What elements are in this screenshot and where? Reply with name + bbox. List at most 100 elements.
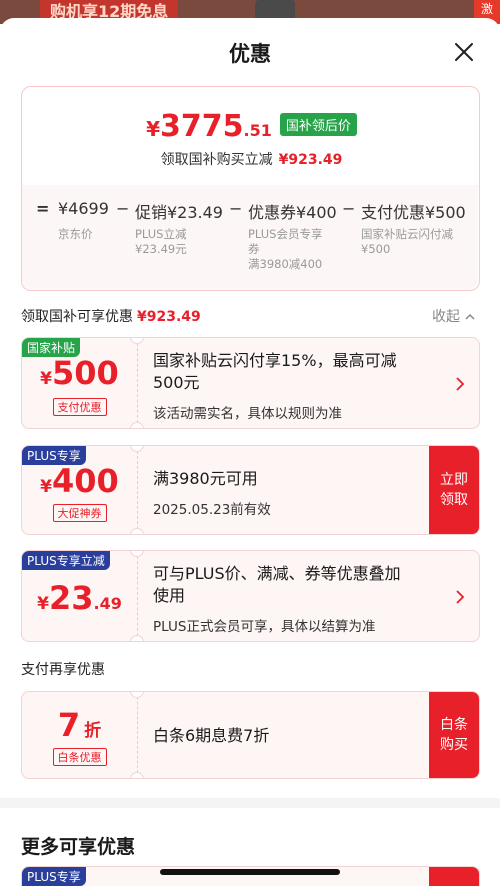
coupon-note-line: 满3980减400 [248,257,323,271]
coupon-divider [137,446,138,534]
promo-discount: 促销¥23.49 [135,203,223,222]
notch [130,635,144,641]
notch [130,422,144,428]
subtag-label: 白条优惠 [52,748,107,766]
coupon-title-line: 使用 [153,586,186,605]
coupon-tag: PLUS专享 [22,867,86,886]
payment-note-line: 国家补贴云闪付减 [361,227,453,241]
savings-line: 领取国补购买立减 ¥923.49 [22,149,481,169]
subtag-label: 支付优惠 [52,398,107,416]
final-price: ¥3775.51 国补领后价 [22,109,481,144]
coupon-baitiao: 7折 白条优惠 白条6期息费7折 白条购买 [21,691,480,779]
promo-note-line: ¥23.49元 [135,242,187,256]
currency-symbol: ¥ [40,369,53,389]
sheet-title: 优惠 [229,42,271,66]
price-breakdown: = ¥4699 − 促销¥23.49 − 优惠券¥400 − 支付优惠¥500 … [22,185,478,289]
subtag-label: 大促神券 [52,504,107,522]
payment-discount: 支付优惠¥500 [361,203,466,222]
claim-label: 立即 [440,472,468,488]
coupon-gov-subsidy[interactable]: 国家补贴 ¥500 支付优惠 国家补贴云闪付享15%，最高可减 500元 该活动… [21,337,480,429]
section-divider [0,798,500,808]
notch [130,446,144,452]
chevron-right-icon[interactable] [455,589,465,605]
collapse-label: 收起 [432,309,460,325]
notch [130,551,144,557]
coupon-note: PLUS会员专享 券 满3980减400 [248,227,323,272]
coupon-title: 满3980元可用 [153,469,258,488]
coupon-discount: 优惠券¥400 [248,203,337,222]
savings-amount: ¥923.49 [278,152,343,168]
coupon-note-line: PLUS会员专享 [248,227,323,241]
promo-note: PLUS立减 ¥23.49元 [135,227,187,257]
price-summary-card: ¥3775.51 国补领后价 领取国补购买立减 ¥923.49 = ¥4699 − … [21,86,480,291]
section-label: 领取国补可享优惠 [21,309,133,325]
price-equation: = ¥4699 − 促销¥23.49 − 优惠券¥400 − 支付优惠¥500 [22,199,478,223]
equals-sign: = [36,199,50,218]
coupon-amount: ¥400 [22,462,137,500]
amount-value: 7 [57,706,81,744]
coupon-description: 2025.05.23前有效 [153,502,271,518]
amount-value: 23 [48,579,94,617]
claim-coupon-button[interactable] [429,867,479,886]
coupon-title-line: 500元 [153,373,200,392]
amount-value: 400 [52,462,119,500]
baitiao-buy-button[interactable]: 白条 购买 [429,692,479,778]
chevron-right-icon[interactable] [455,376,465,392]
coupon-title-line: 可与PLUS价、满减、券等优惠叠加 [153,564,401,583]
close-icon[interactable] [452,40,476,64]
coupon-amount: ¥23.49 [22,579,137,617]
amount-decimal: .49 [93,594,122,613]
claim-label: 白条 [440,717,468,733]
claim-label: 购买 [440,737,468,753]
coupon-subtag: 白条优惠 [22,746,137,766]
claim-label: 领取 [440,492,468,508]
coupon-tag: PLUS专享立减 [22,551,110,570]
home-indicator [160,869,340,875]
notch [130,528,144,534]
base-price-note: 京东价 [58,227,93,241]
coupon-amount: 7折 [22,706,137,744]
coupon-title: 白条6期息费7折 [153,726,270,745]
coupon-title: 国家补贴云闪付享15%，最高可减 500元 [153,350,397,394]
currency-symbol: ¥ [37,594,49,614]
coupon-note-line: 券 [248,242,260,256]
price-decimal: .51 [243,121,272,140]
amount-unit: 折 [84,721,102,741]
coupon-description: 该活动需实名，具体以规则为准 [153,406,342,422]
base-price: ¥4699 [58,199,109,218]
coupon-plus-400: PLUS专享 ¥400 大促神券 满3980元可用 2025.05.23前有效 … [21,445,480,535]
coupon-amount: ¥500 [22,354,137,392]
promo-note-line: PLUS立减 [135,227,187,241]
notch [130,338,144,344]
coupon-subtag: 大促神券 [22,502,137,522]
section-amount: ¥923.49 [137,309,201,325]
minus-sign: − [116,199,130,218]
notch [130,772,144,778]
section-header-gov-subsidy: 领取国补可享优惠 ¥923.49 [21,306,201,326]
payment-note-line: ¥500 [361,242,391,256]
price-integer: 3775 [160,109,244,144]
coupon-plus-discount[interactable]: PLUS专享立减 ¥23.49 可与PLUS价、满减、券等优惠叠加 使用 PLU… [21,550,480,642]
minus-sign: − [342,199,356,218]
coupon-divider [137,692,138,778]
coupon-title-line: 国家补贴云闪付享15%，最高可减 [153,351,397,370]
section-header-payment: 支付再享优惠 [21,662,105,678]
discount-sheet: 优惠 ¥3775.51 国补领后价 领取国补购买立减 ¥923.49 = ¥4699… [0,18,500,886]
coupon-description: PLUS正式会员可享，具体以结算为准 [153,619,376,635]
coupon-divider [137,338,138,428]
payment-note: 国家补贴云闪付减 ¥500 [361,227,453,257]
price-symbol: ¥ [146,117,161,141]
notch [130,692,144,698]
coupon-title: 可与PLUS价、满减、券等优惠叠加 使用 [153,563,401,607]
chevron-up-icon [465,313,475,320]
collapse-button[interactable]: 收起 [432,306,476,326]
coupon-subtag: 支付优惠 [22,396,137,416]
price-badge: 国补领后价 [279,113,357,136]
minus-sign: − [229,199,243,218]
claim-coupon-button[interactable]: 立即 领取 [429,446,479,534]
currency-symbol: ¥ [40,477,53,497]
more-offers-title: 更多可享优惠 [21,836,136,858]
savings-label: 领取国补购买立减 [160,152,273,168]
amount-value: 500 [52,354,119,392]
coupon-divider [137,551,138,641]
